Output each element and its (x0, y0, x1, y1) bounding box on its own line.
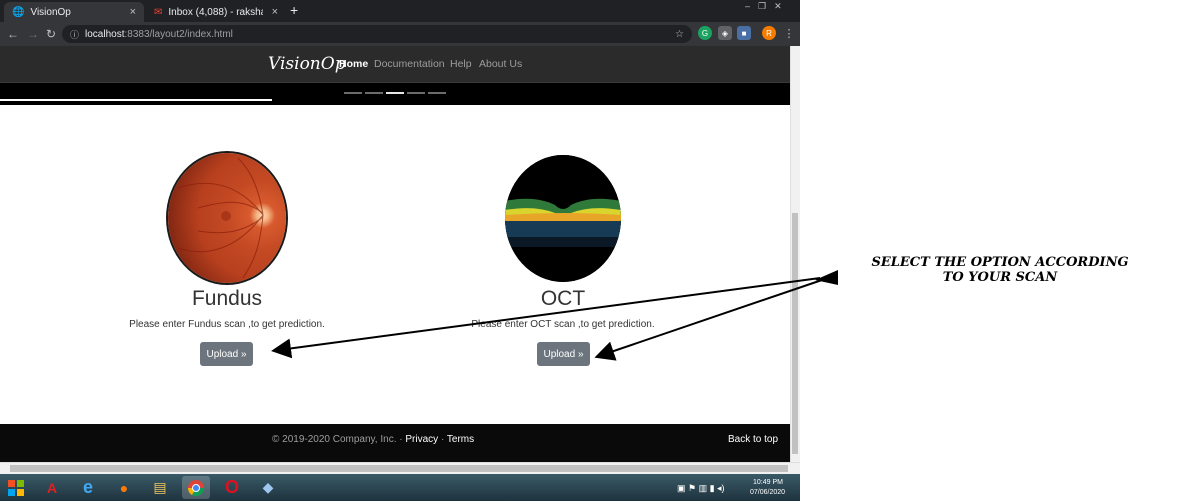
arrow-to-oct-upload (594, 279, 823, 361)
annotation-arrows (271, 270, 838, 361)
arrow-to-fundus-upload (271, 277, 821, 359)
